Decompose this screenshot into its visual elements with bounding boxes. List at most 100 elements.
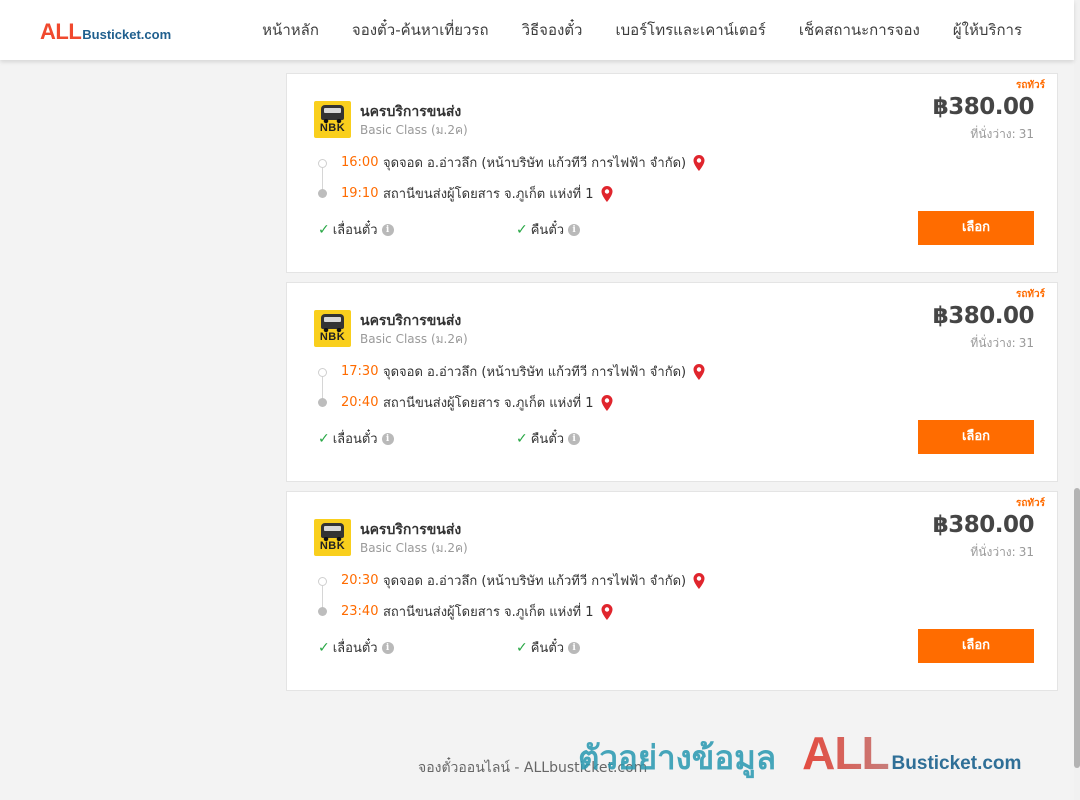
bus-type-tag: รถทัวร์ [1015, 289, 1045, 300]
site-logo[interactable]: ALL Busticket.com [40, 19, 171, 45]
operator-logo-text: NBK [319, 331, 346, 343]
feature-label: คืนตั๋ว [530, 641, 565, 656]
ticket-price: ฿380.00 [932, 303, 1035, 329]
info-icon[interactable]: i [381, 432, 394, 445]
departure-place: จุดจอด อ.อ่าวลึก (หน้าบริษัท แก้วทีวี กา… [383, 365, 687, 380]
info-icon[interactable]: i [568, 223, 581, 236]
nav-book-search[interactable]: จองตั๋ว-ค้นหาเที่ยวรถ [352, 18, 489, 42]
nav-home[interactable]: หน้าหลัก [262, 18, 319, 42]
check-icon: ✓ [318, 221, 330, 238]
operator-logo: NBK [314, 310, 351, 347]
bus-icon [321, 105, 344, 123]
info-icon[interactable]: i [381, 641, 394, 654]
scrollbar-thumb[interactable] [1074, 488, 1080, 768]
arrival-time: 20:40 [341, 395, 379, 410]
arrival-stop: 20:40 สถานีขนส่งผู้โดยสาร จ.ภูเก็ต แห่งท… [341, 392, 614, 413]
feature-refund: ✓ คืนตั๋ว i [516, 219, 581, 240]
operator-logo: NBK [314, 101, 351, 138]
watermark-all-text: ALL [802, 727, 889, 779]
map-pin-icon[interactable] [692, 572, 706, 590]
feature-label: คืนตั๋ว [530, 432, 565, 447]
arrival-stop: 19:10 สถานีขนส่งผู้โดยสาร จ.ภูเก็ต แห่งท… [341, 183, 614, 204]
info-icon[interactable]: i [568, 432, 581, 445]
footer-text: จองตั๋วออนไลน์ - ALLbusticket.com [418, 760, 648, 776]
seats-label: ที่นั่งว่าง: [970, 127, 1016, 141]
ticket-price: ฿380.00 [932, 94, 1035, 120]
arrival-dot-icon [318, 607, 327, 616]
feature-label: เลื่อนตั๋ว [332, 223, 378, 238]
seats-available: ที่นั่งว่าง: 31 [970, 125, 1034, 144]
bus-type-tag: รถทัวร์ [1015, 80, 1045, 91]
departure-place: จุดจอด อ.อ่าวลึก (หน้าบริษัท แก้วทีวี กา… [383, 574, 687, 589]
operator-name: นครบริการขนส่ง [360, 104, 462, 120]
bus-class: Basic Class (ม.2ค) [360, 332, 468, 346]
page-scrollbar[interactable] [1074, 0, 1080, 800]
feature-reschedule: ✓ เลื่อนตั๋ว i [318, 428, 394, 449]
seats-count: 31 [1018, 127, 1034, 141]
operator-logo-text: NBK [319, 540, 346, 552]
operator-name: นครบริการขนส่ง [360, 522, 462, 538]
departure-dot-icon [318, 577, 327, 586]
nav-check-booking[interactable]: เช็คสถานะการจอง [799, 18, 920, 42]
check-icon: ✓ [318, 639, 330, 656]
feature-label: คืนตั๋ว [530, 223, 565, 238]
map-pin-icon[interactable] [692, 154, 706, 172]
feature-label: เลื่อนตั๋ว [332, 432, 378, 447]
map-pin-icon[interactable] [600, 185, 614, 203]
trip-card: รถทัวร์ NBK นครบริการขนส่ง Basic Class (… [286, 491, 1058, 691]
nav-operators[interactable]: ผู้ให้บริการ [953, 18, 1022, 42]
feature-refund: ✓ คืนตั๋ว i [516, 428, 581, 449]
arrival-time: 19:10 [341, 186, 379, 201]
trip-card: รถทัวร์ NBK นครบริการขนส่ง Basic Class (… [286, 73, 1058, 273]
trip-list: รถทัวร์ NBK นครบริการขนส่ง Basic Class (… [286, 73, 1058, 700]
main-nav: หน้าหลัก จองตั๋ว-ค้นหาเที่ยวรถ วิธีจองตั… [262, 0, 1022, 60]
departure-place: จุดจอด อ.อ่าวลึก (หน้าบริษัท แก้วทีวี กา… [383, 156, 687, 171]
departure-stop: 17:30 จุดจอด อ.อ่าวลึก (หน้าบริษัท แก้วท… [341, 361, 706, 382]
arrival-dot-icon [318, 189, 327, 198]
seats-count: 31 [1018, 336, 1034, 350]
arrival-place: สถานีขนส่งผู้โดยสาร จ.ภูเก็ต แห่งที่ 1 [383, 396, 594, 411]
info-icon[interactable]: i [381, 223, 394, 236]
seats-label: ที่นั่งว่าง: [970, 336, 1016, 350]
ticket-price: ฿380.00 [932, 512, 1035, 538]
arrival-dot-icon [318, 398, 327, 407]
arrival-place: สถานีขนส่งผู้โดยสาร จ.ภูเก็ต แห่งที่ 1 [383, 605, 594, 620]
bus-icon [321, 523, 344, 541]
feature-label: เลื่อนตั๋ว [332, 641, 378, 656]
arrival-stop: 23:40 สถานีขนส่งผู้โดยสาร จ.ภูเก็ต แห่งท… [341, 601, 614, 622]
info-icon[interactable]: i [568, 641, 581, 654]
map-pin-icon[interactable] [600, 394, 614, 412]
select-trip-button[interactable]: เลือก [918, 629, 1034, 663]
bus-class: Basic Class (ม.2ค) [360, 123, 468, 137]
nav-how-to-book[interactable]: วิธีจองตั๋ว [522, 18, 583, 42]
departure-stop: 20:30 จุดจอด อ.อ่าวลึก (หน้าบริษัท แก้วท… [341, 570, 706, 591]
check-icon: ✓ [516, 221, 528, 238]
seats-label: ที่นั่งว่าง: [970, 545, 1016, 559]
departure-dot-icon [318, 159, 327, 168]
arrival-time: 23:40 [341, 604, 379, 619]
departure-stop: 16:00 จุดจอด อ.อ่าวลึก (หน้าบริษัท แก้วท… [341, 152, 706, 173]
check-icon: ✓ [516, 430, 528, 447]
select-trip-button[interactable]: เลือก [918, 211, 1034, 245]
watermark-domain-text: Busticket.com [891, 753, 1022, 774]
seats-available: ที่นั่งว่าง: 31 [970, 543, 1034, 562]
nav-phone-counters[interactable]: เบอร์โทรและเคาน์เตอร์ [615, 18, 765, 42]
logo-all-text: ALL [40, 19, 82, 44]
logo-domain-text: Busticket.com [82, 27, 172, 42]
operator-logo: NBK [314, 519, 351, 556]
map-pin-icon[interactable] [600, 603, 614, 621]
bus-class: Basic Class (ม.2ค) [360, 541, 468, 555]
operator-logo-text: NBK [319, 122, 346, 134]
site-header: ALL Busticket.com หน้าหลัก จองตั๋ว-ค้นหา… [0, 0, 1074, 60]
bus-type-tag: รถทัวร์ [1015, 498, 1045, 509]
departure-time: 16:00 [341, 155, 379, 170]
departure-dot-icon [318, 368, 327, 377]
bus-icon [321, 314, 344, 332]
feature-reschedule: ✓ เลื่อนตั๋ว i [318, 219, 394, 240]
check-icon: ✓ [516, 639, 528, 656]
feature-refund: ✓ คืนตั๋ว i [516, 637, 581, 658]
map-pin-icon[interactable] [692, 363, 706, 381]
arrival-place: สถานีขนส่งผู้โดยสาร จ.ภูเก็ต แห่งที่ 1 [383, 187, 594, 202]
select-trip-button[interactable]: เลือก [918, 420, 1034, 454]
operator-name: นครบริการขนส่ง [360, 313, 462, 329]
